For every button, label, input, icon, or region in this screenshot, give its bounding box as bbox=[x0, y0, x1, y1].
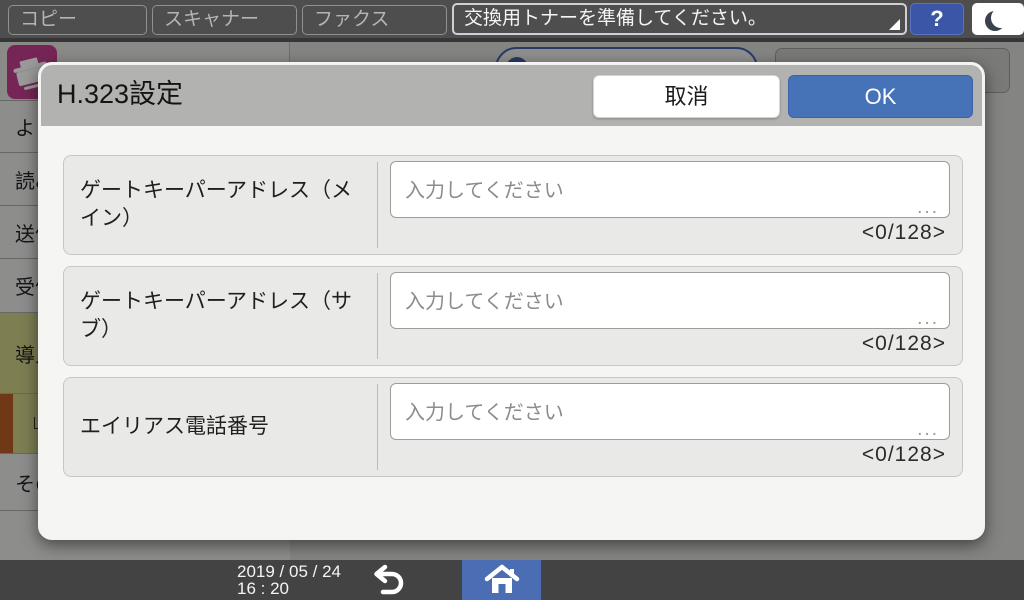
char-counter: <0/128> bbox=[862, 221, 946, 245]
crescent-moon-icon bbox=[991, 8, 1011, 28]
status-message-text: 交換用トナーを準備してください。 bbox=[464, 8, 767, 29]
input-placeholder: 入力してください bbox=[405, 174, 564, 203]
gatekeeper-sub-input[interactable]: 入力してください ... bbox=[390, 272, 950, 329]
alias-phone-number-input[interactable]: 入力してください ... bbox=[390, 383, 950, 440]
status-more-triangle-icon bbox=[889, 19, 900, 30]
home-icon bbox=[483, 563, 521, 597]
char-counter: <0/128> bbox=[862, 443, 946, 467]
energy-saver-button[interactable] bbox=[972, 3, 1024, 35]
help-button[interactable]: ? bbox=[910, 3, 964, 35]
field-label: ゲートキーパーアドレス（メイン） bbox=[64, 156, 376, 254]
tab-copy[interactable]: コピー bbox=[8, 5, 147, 35]
system-bottom-bar: 2019 / 05 / 24 16 : 20 bbox=[0, 560, 1024, 600]
field-divider bbox=[377, 273, 378, 359]
input-placeholder: 入力してください bbox=[405, 396, 564, 425]
back-arrow-icon bbox=[366, 564, 404, 596]
tab-fax[interactable]: ファクス bbox=[302, 5, 447, 35]
status-message-box[interactable]: 交換用トナーを準備してください。 bbox=[452, 3, 907, 35]
dialog-title: H.323設定 bbox=[57, 65, 183, 126]
field-label: エイリアス電話番号 bbox=[64, 378, 376, 476]
input-ellipsis-icon: ... bbox=[917, 198, 939, 217]
char-counter: <0/128> bbox=[862, 332, 946, 356]
date-text: 2019 / 05 / 24 bbox=[237, 563, 341, 580]
field-row-alias-phone-number: エイリアス電話番号 入力してください ... <0/128> bbox=[63, 377, 963, 477]
field-divider bbox=[377, 384, 378, 470]
field-divider bbox=[377, 162, 378, 248]
h323-settings-dialog: H.323設定 取消 OK ゲートキーパーアドレス（メイン） 入力してください … bbox=[38, 62, 985, 540]
cancel-button[interactable]: 取消 bbox=[593, 75, 780, 118]
back-button[interactable] bbox=[355, 560, 415, 600]
field-row-gatekeeper-main: ゲートキーパーアドレス（メイン） 入力してください ... <0/128> bbox=[63, 155, 963, 255]
input-placeholder: 入力してください bbox=[405, 285, 564, 314]
input-ellipsis-icon: ... bbox=[917, 309, 939, 328]
field-label: ゲートキーパーアドレス（サブ） bbox=[64, 267, 376, 365]
datetime-display: 2019 / 05 / 24 16 : 20 bbox=[237, 563, 341, 597]
dialog-header: H.323設定 取消 OK bbox=[41, 65, 982, 126]
field-row-gatekeeper-sub: ゲートキーパーアドレス（サブ） 入力してください ... <0/128> bbox=[63, 266, 963, 366]
home-button[interactable] bbox=[462, 560, 541, 600]
top-tab-bar: コピー スキャナー ファクス 交換用トナーを準備してください。 ? bbox=[0, 0, 1024, 42]
screen: コピー スキャナー ファクス 交換用トナーを準備してください。 ? bbox=[0, 0, 1024, 600]
ok-button[interactable]: OK bbox=[788, 75, 973, 118]
tab-scanner[interactable]: スキャナー bbox=[152, 5, 297, 35]
input-ellipsis-icon: ... bbox=[917, 420, 939, 439]
gatekeeper-main-input[interactable]: 入力してください ... bbox=[390, 161, 950, 218]
time-text: 16 : 20 bbox=[237, 580, 341, 597]
